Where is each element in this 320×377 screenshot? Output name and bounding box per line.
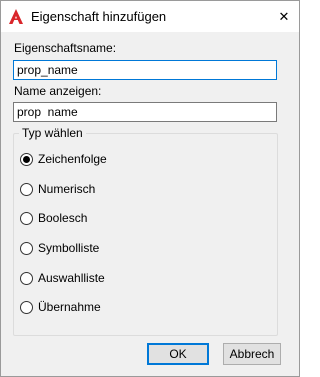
cancel-button[interactable]: Abbrech xyxy=(223,343,281,365)
radio-label: Übernahme xyxy=(38,300,101,314)
close-icon: ✕ xyxy=(278,8,290,24)
radio-auswahlliste[interactable]: Auswahlliste xyxy=(20,270,105,286)
radio-indicator xyxy=(20,211,33,225)
title-bar: Eigenschaft hinzufügen ✕ xyxy=(1,1,299,32)
radio-numerisch[interactable]: Numerisch xyxy=(20,181,95,197)
radio-label: Numerisch xyxy=(38,182,96,196)
property-name-label: Eigenschaftsname: xyxy=(14,41,117,55)
radio-indicator xyxy=(20,241,33,255)
close-button[interactable]: ✕ xyxy=(269,1,299,32)
window-title: Eigenschaft hinzufügen xyxy=(31,9,167,24)
radio-zeichenfolge[interactable]: Zeichenfolge xyxy=(20,151,107,167)
radio-label: Auswahlliste xyxy=(38,271,105,285)
display-name-input[interactable] xyxy=(13,102,277,122)
radio-label: Zeichenfolge xyxy=(38,152,107,166)
radio-indicator xyxy=(20,271,33,285)
dialog-window: Eigenschaft hinzufügen ✕ Eigenschaftsnam… xyxy=(0,0,300,377)
radio-label: Symbolliste xyxy=(38,241,100,255)
radio-uebernahme[interactable]: Übernahme xyxy=(20,299,101,315)
ok-button[interactable]: OK xyxy=(147,343,209,365)
property-name-input[interactable] xyxy=(13,60,277,80)
radio-label: Boolesch xyxy=(38,211,88,225)
radio-selected-indicator xyxy=(20,152,33,166)
radio-symbolliste[interactable]: Symbolliste xyxy=(20,240,99,256)
display-name-label: Name anzeigen: xyxy=(14,84,102,98)
type-group-legend: Typ wählen xyxy=(19,126,86,140)
radio-indicator xyxy=(20,182,33,196)
radio-indicator xyxy=(20,300,33,314)
radio-boolesch[interactable]: Boolesch xyxy=(20,210,87,226)
autocad-logo-icon xyxy=(9,9,23,24)
